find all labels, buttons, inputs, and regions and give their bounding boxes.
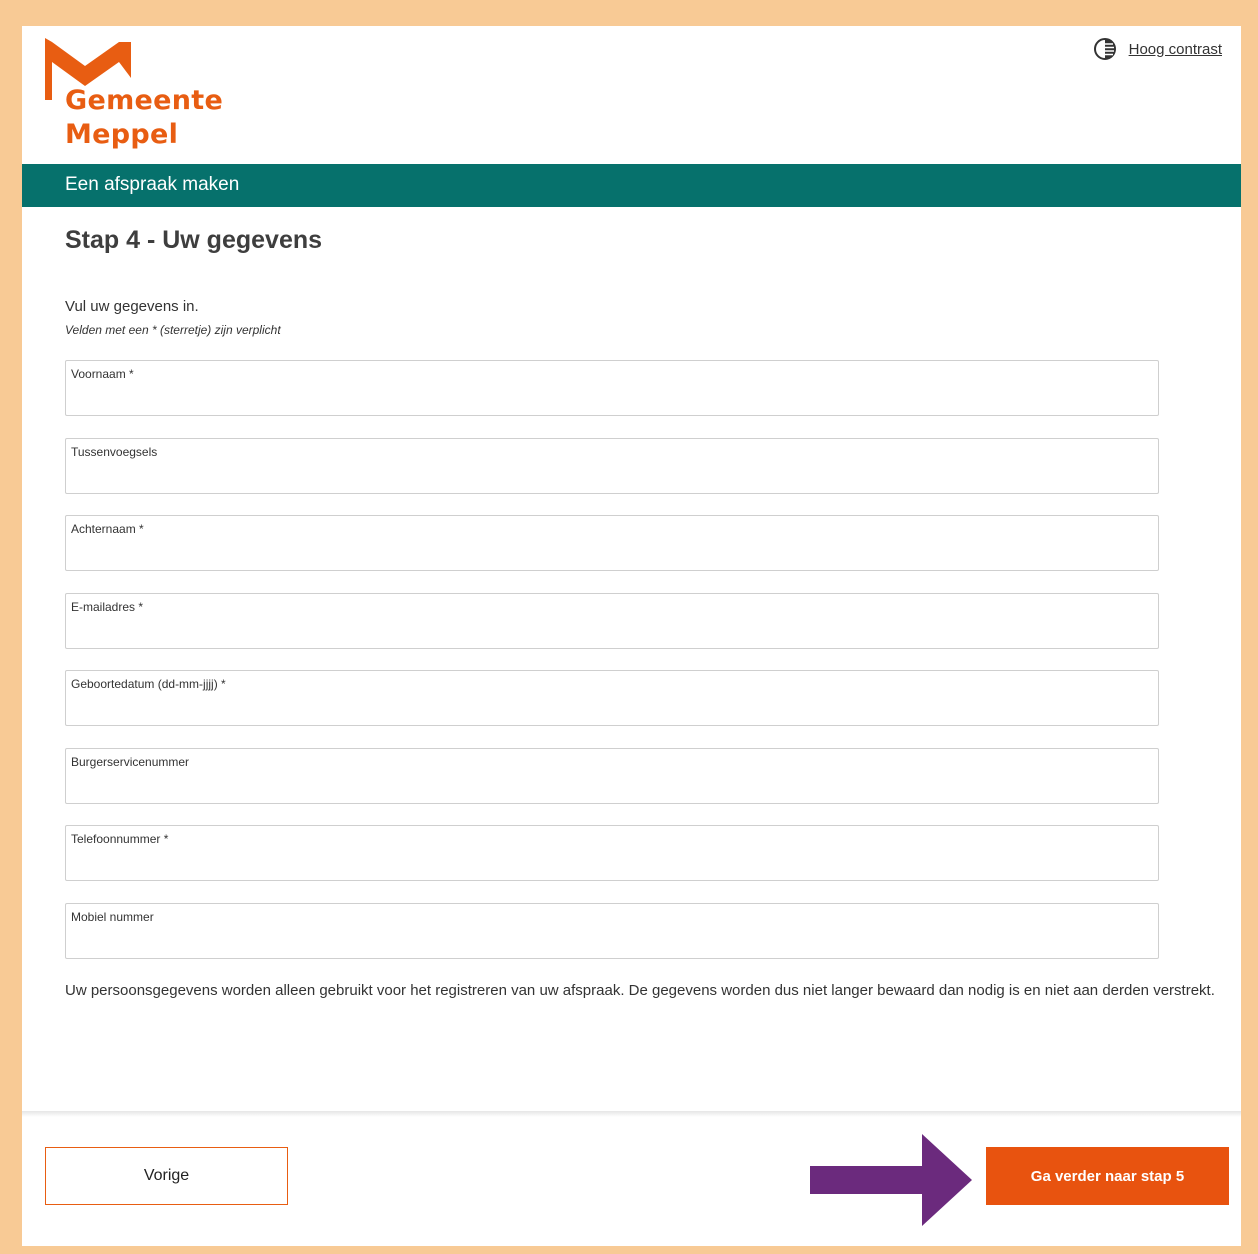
phone-label: Telefoonnummer *: [71, 832, 169, 846]
mobile-field[interactable]: Mobiel nummer: [65, 903, 1159, 959]
footer-divider: [22, 1111, 1241, 1117]
logo-line-meppel: Meppel: [65, 119, 179, 150]
birthdate-input[interactable]: [71, 697, 1155, 721]
bsn-field[interactable]: Burgerservicenummer: [65, 748, 1159, 804]
prefix-field[interactable]: Tussenvoegsels: [65, 438, 1159, 494]
page-banner: Een afspraak maken: [22, 164, 1241, 207]
required-fields-note: Velden met een * (sterretje) zijn verpli…: [65, 323, 281, 337]
high-contrast-link[interactable]: Hoog contrast: [1129, 41, 1222, 58]
previous-button[interactable]: Vorige: [45, 1147, 288, 1205]
birthdate-label: Geboortedatum (dd-mm-jjjj) *: [71, 677, 226, 691]
prefix-input[interactable]: [71, 465, 1155, 489]
first-name-input[interactable]: [71, 387, 1155, 411]
phone-input[interactable]: [71, 852, 1155, 876]
last-name-field[interactable]: Achternaam *: [65, 515, 1159, 571]
birthdate-field[interactable]: Geboortedatum (dd-mm-jjjj) *: [65, 670, 1159, 726]
page-frame: Gemeente Meppel Hoog contrast Een afspra…: [22, 26, 1241, 1246]
bsn-input[interactable]: [71, 775, 1155, 799]
email-input[interactable]: [71, 620, 1155, 644]
first-name-field[interactable]: Voornaam *: [65, 360, 1159, 416]
annotation-arrow-icon: [810, 1134, 972, 1226]
contrast-icon: [1093, 38, 1116, 60]
page-title: Stap 4 - Uw gegevens: [65, 226, 323, 254]
privacy-statement: Uw persoonsgegevens worden alleen gebrui…: [65, 982, 1215, 999]
bsn-label: Burgerservicenummer: [71, 755, 190, 769]
banner-title: Een afspraak maken: [65, 174, 240, 195]
last-name-input[interactable]: [71, 542, 1155, 566]
next-step-button[interactable]: Ga verder naar stap 5: [986, 1147, 1229, 1205]
phone-field[interactable]: Telefoonnummer *: [65, 825, 1159, 881]
prefix-label: Tussenvoegsels: [71, 445, 158, 459]
mobile-input[interactable]: [71, 930, 1155, 954]
first-name-label: Voornaam *: [71, 367, 134, 381]
mobile-label: Mobiel nummer: [71, 910, 154, 924]
intro-text: Vul uw gegevens in.: [65, 298, 199, 315]
email-field[interactable]: E-mailadres *: [65, 593, 1159, 649]
logo-wordmark: Gemeente Meppel: [65, 84, 223, 152]
logo-line-gemeente: Gemeente: [65, 85, 224, 116]
email-label: E-mailadres *: [71, 600, 144, 614]
high-contrast-toggle[interactable]: Hoog contrast: [1093, 37, 1222, 61]
last-name-label: Achternaam *: [71, 522, 144, 536]
